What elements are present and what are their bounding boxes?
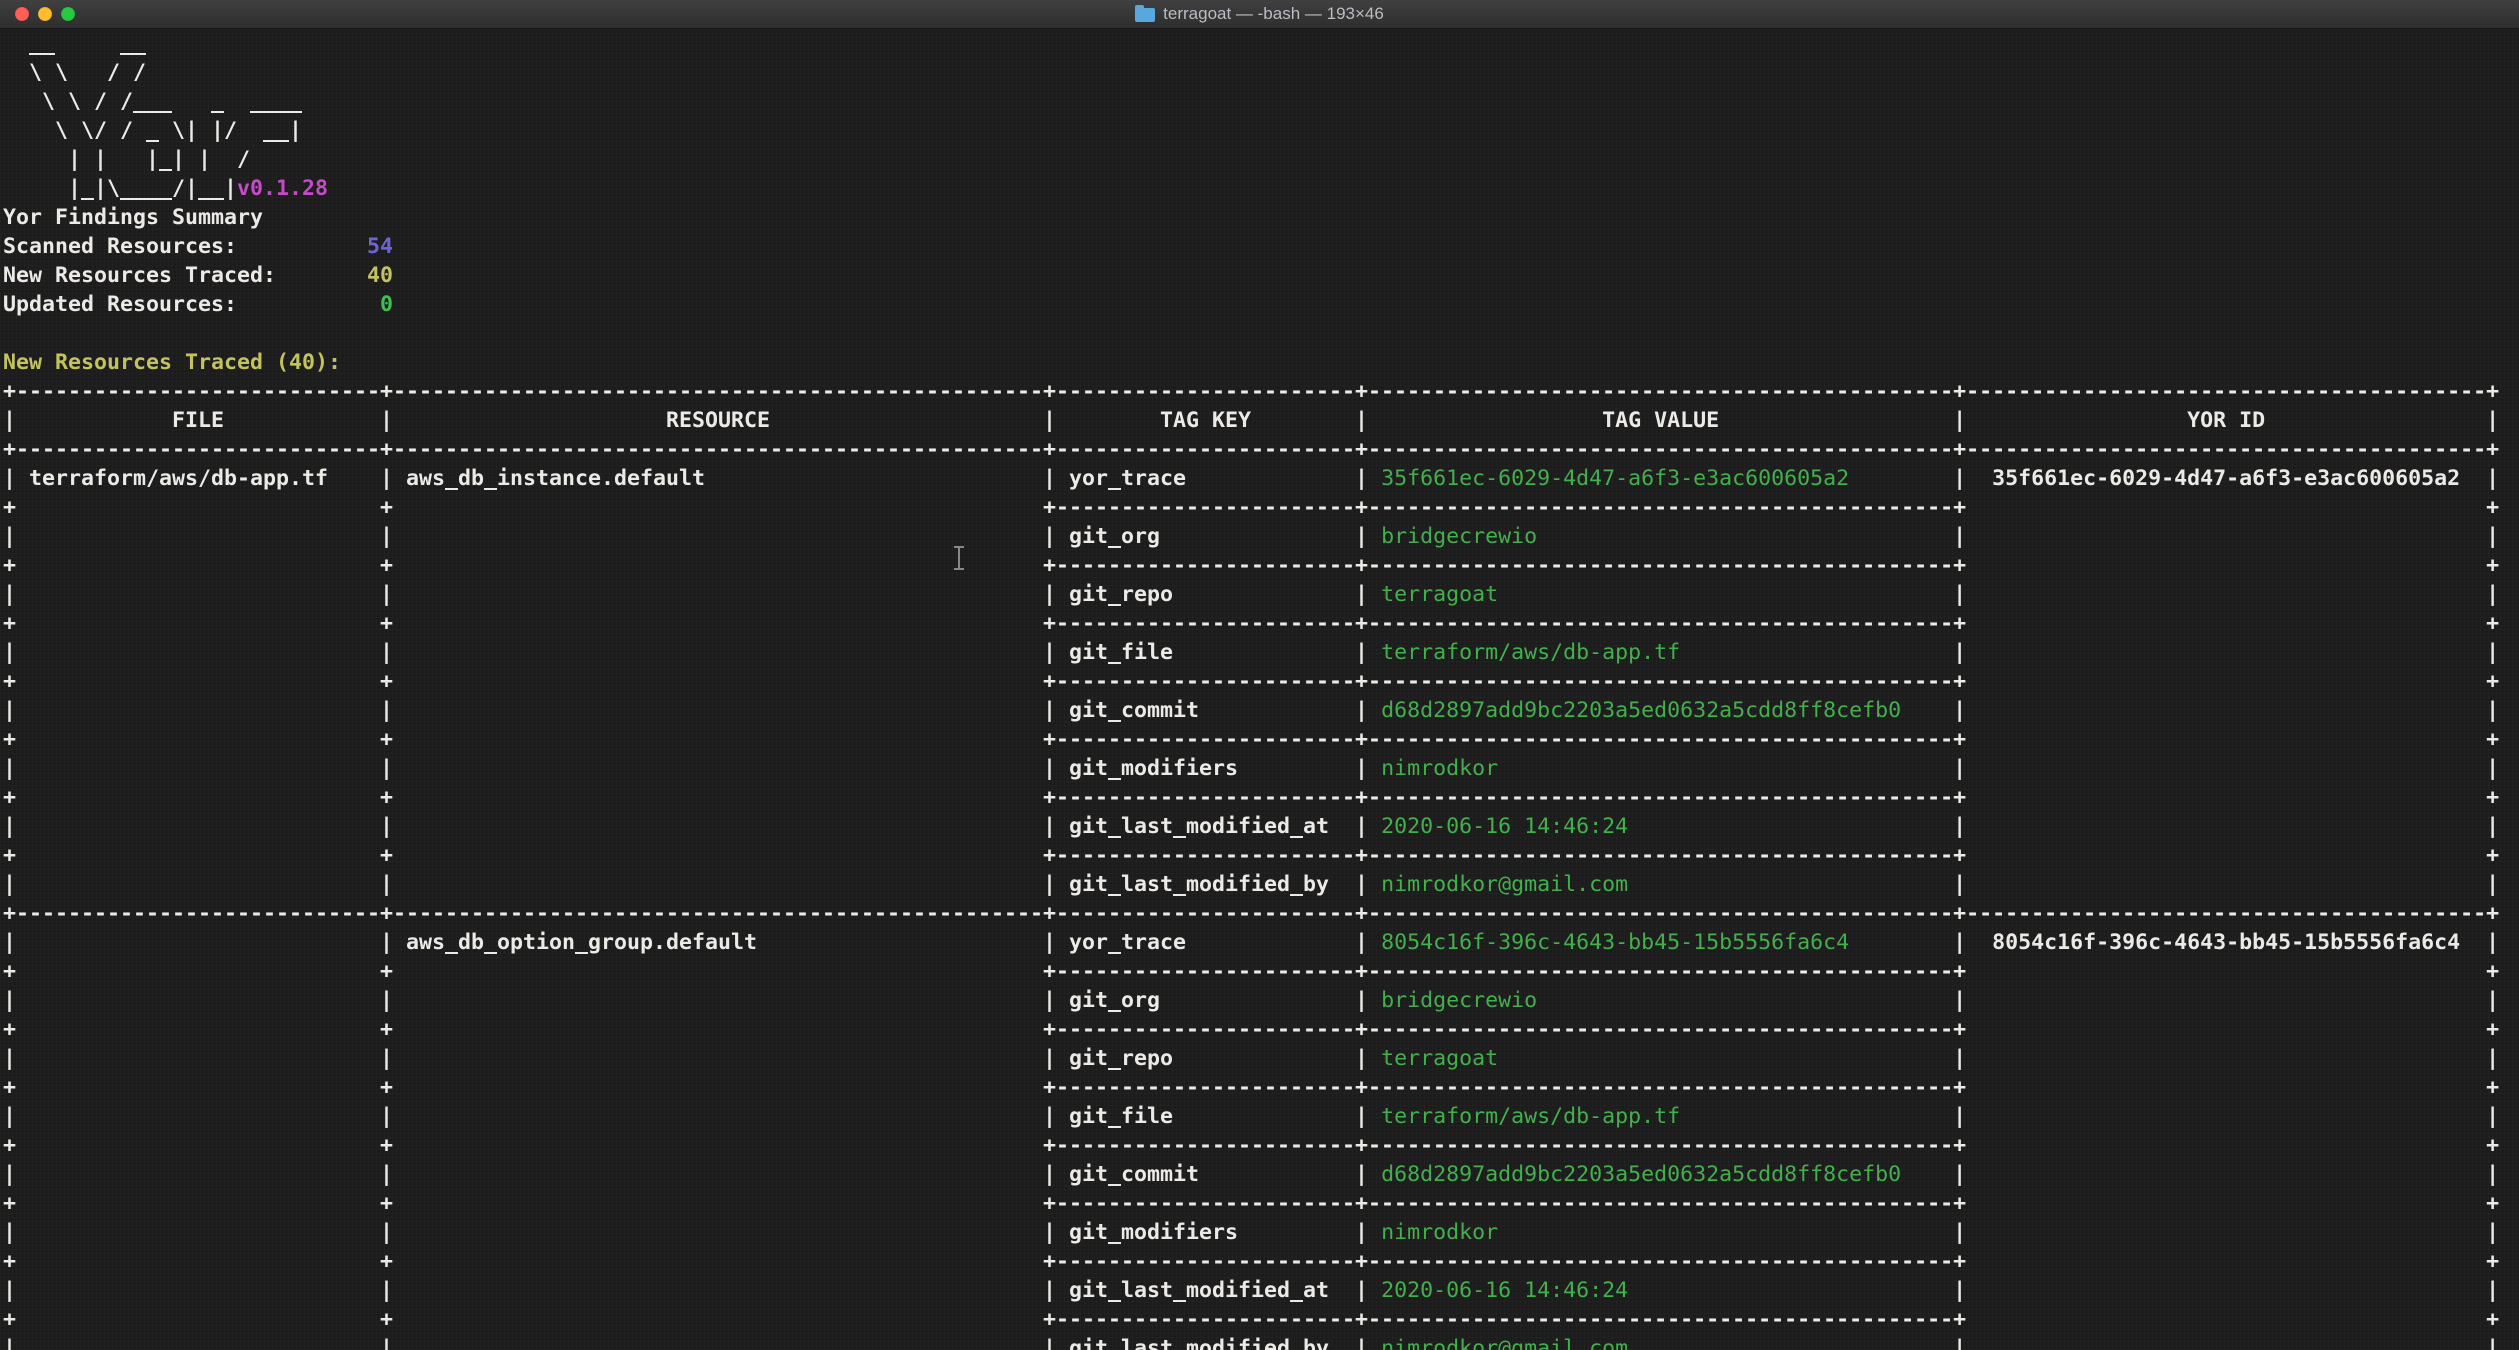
table-row: | | | git_org | bridgecrewio | | — [3, 986, 2519, 1015]
table-row: | | | git_file | terraform/aws/db-app.tf… — [3, 1102, 2519, 1131]
ascii-logo-line: \ \/ / _ \| |/ __| — [3, 116, 2519, 145]
table-separator-line: + + +-----------------------+-----------… — [3, 957, 2519, 986]
table-row: | | | git_file | terraform/aws/db-app.tf… — [3, 638, 2519, 667]
table-separator-line: + + +-----------------------+-----------… — [3, 725, 2519, 754]
table-row: | | aws_db_option_group.default | yor_tr… — [3, 928, 2519, 957]
close-button[interactable] — [15, 7, 29, 21]
table-row: | | | git_org | bridgecrewio | | — [3, 522, 2519, 551]
table-separator-line: + + +-----------------------+-----------… — [3, 1131, 2519, 1160]
table-row: | | | git_last_modified_at | 2020-06-16 … — [3, 1276, 2519, 1305]
table-separator-line: + + +-----------------------+-----------… — [3, 841, 2519, 870]
table-row: | | | git_commit | d68d2897add9bc2203a5e… — [3, 1160, 2519, 1189]
table-separator-line: + + +-----------------------+-----------… — [3, 551, 2519, 580]
table-separator-line: + + +-----------------------+-----------… — [3, 1073, 2519, 1102]
table-row: | | | git_last_modified_at | 2020-06-16 … — [3, 812, 2519, 841]
section-heading: New Resources Traced (40): — [3, 348, 2519, 377]
ascii-logo-line: | | |_| | / — [3, 145, 2519, 174]
ascii-logo-line: \ \ / / — [3, 58, 2519, 87]
zoom-button[interactable] — [61, 7, 75, 21]
ascii-logo-line: \ \ / /___ _ ____ — [3, 87, 2519, 116]
ascii-logo-line: |_|\____/|__|v0.1.28 — [3, 174, 2519, 203]
ibeam-cursor — [952, 546, 966, 570]
table-row: | terraform/aws/db-app.tf | aws_db_insta… — [3, 464, 2519, 493]
ascii-logo-line: __ __ — [3, 29, 2519, 58]
table-row: | | | git_commit | d68d2897add9bc2203a5e… — [3, 696, 2519, 725]
table-header-row: | FILE | RESOURCE | TAG KEY | TAG VALUE … — [3, 406, 2519, 435]
title-group: terragoat — -bash — 193×46 — [1135, 4, 1384, 24]
terminal-screen[interactable]: __ __ \ \ / / \ \ / /___ _ ____ \ \/ / _… — [0, 29, 2519, 1350]
table-border-line: +----------------------------+----------… — [3, 435, 2519, 464]
table-separator-line: + + +-----------------------+-----------… — [3, 783, 2519, 812]
table-row: | | | git_repo | terragoat | | — [3, 1044, 2519, 1073]
table-separator-line: + + +-----------------------+-----------… — [3, 493, 2519, 522]
window-title: terragoat — -bash — 193×46 — [1163, 4, 1384, 24]
summary-row: New Resources Traced: 40 — [3, 261, 2519, 290]
table-separator-line: + + +-----------------------+-----------… — [3, 1189, 2519, 1218]
traffic-lights — [15, 0, 75, 28]
table-row: | | | git_last_modified_by | nimrodkor@g… — [3, 870, 2519, 899]
terminal-window: terragoat — -bash — 193×46 __ __ \ \ / /… — [0, 0, 2519, 1350]
minimize-button[interactable] — [38, 7, 52, 21]
table-row: | | | git_repo | terragoat | | — [3, 580, 2519, 609]
table-separator-line: + + +-----------------------+-----------… — [3, 609, 2519, 638]
title-bar[interactable]: terragoat — -bash — 193×46 — [0, 0, 2519, 29]
table-row: | | | git_last_modified_by | nimrodkor@g… — [3, 1334, 2519, 1350]
table-separator-line: + + +-----------------------+-----------… — [3, 1247, 2519, 1276]
table-border-line: +----------------------------+----------… — [3, 899, 2519, 928]
summary-title: Yor Findings Summary — [3, 203, 2519, 232]
table-row: | | | git_modifiers | nimrodkor | | — [3, 1218, 2519, 1247]
summary-row: Updated Resources: 0 — [3, 290, 2519, 319]
table-row: | | | git_modifiers | nimrodkor | | — [3, 754, 2519, 783]
table-border-line: +----------------------------+----------… — [3, 377, 2519, 406]
table-separator-line: + + +-----------------------+-----------… — [3, 1015, 2519, 1044]
table-separator-line: + + +-----------------------+-----------… — [3, 667, 2519, 696]
folder-icon — [1135, 8, 1155, 22]
summary-row: Scanned Resources: 54 — [3, 232, 2519, 261]
blank-line — [3, 319, 2519, 348]
table-separator-line: + + +-----------------------+-----------… — [3, 1305, 2519, 1334]
